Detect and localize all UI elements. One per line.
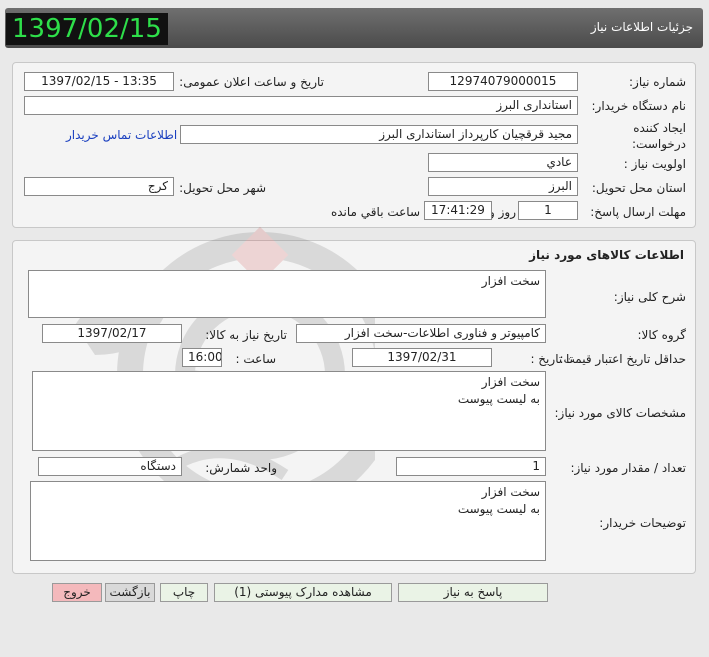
- priority-field[interactable]: عادي: [428, 153, 578, 172]
- announce-label: تاریخ و ساعت اعلان عمومی:: [179, 75, 324, 89]
- buyer-notes-field[interactable]: سخت افزار به لیست پیوست: [30, 481, 546, 561]
- buyer-notes-label: توضیحات خریدار:: [599, 516, 686, 530]
- deadline-days-field[interactable]: 1: [518, 201, 578, 220]
- summary-label: شرح کلی نیاز:: [613, 290, 686, 304]
- reply-button[interactable]: پاسخ به نیاز: [398, 583, 548, 602]
- specs-field[interactable]: سخت افزار به لیست پیوست: [32, 371, 546, 451]
- time-field[interactable]: 16:00: [182, 348, 222, 367]
- header-date: 1397/02/15: [6, 13, 168, 45]
- creator-label-2: درخواست:: [632, 137, 686, 151]
- exit-button[interactable]: خروج: [52, 583, 102, 602]
- unit-field[interactable]: دستگاه: [38, 457, 182, 476]
- announce-field[interactable]: 1397/02/15 - 13:35: [24, 72, 174, 91]
- buyer-org-label: نام دستگاه خریدار:: [591, 99, 687, 113]
- need-number-field[interactable]: 12974079000015: [428, 72, 578, 91]
- province-label: استان محل تحویل:: [591, 181, 686, 195]
- creator-label-1: ایجاد کننده: [633, 121, 686, 135]
- until-date-field[interactable]: 1397/02/31: [352, 348, 492, 367]
- need-date-field[interactable]: 1397/02/17: [42, 324, 182, 343]
- qty-label: تعداد / مقدار مورد نیاز:: [570, 461, 686, 475]
- day-and-text: روز و: [489, 205, 516, 219]
- print-button[interactable]: چاپ: [160, 583, 208, 602]
- need-number-label: شماره نیاز:: [629, 75, 686, 89]
- page-title: جزئیات اطلاعات نیاز: [590, 20, 693, 34]
- unit-label: واحد شمارش:: [205, 461, 277, 475]
- time-label: ساعت :: [235, 352, 276, 366]
- specs-label: مشخصات کالای مورد نیاز:: [554, 406, 686, 420]
- buyer-org-field[interactable]: استانداری البرز: [24, 96, 578, 115]
- back-button[interactable]: بازگشت: [105, 583, 155, 602]
- city-field[interactable]: کرج: [24, 177, 174, 196]
- priority-label: اولویت نیاز :: [623, 157, 686, 171]
- qty-field[interactable]: 1: [396, 457, 546, 476]
- deadline-time-field[interactable]: 17:41:29: [424, 201, 492, 220]
- group-label: گروه کالا:: [637, 328, 687, 342]
- contact-buyer-link[interactable]: اطلاعات تماس خریدار: [66, 128, 177, 142]
- province-field[interactable]: البرز: [428, 177, 578, 196]
- price-validity-label: حداقل تاریخ اعتبار قیمت:: [559, 352, 686, 366]
- until-date-label: تا تاریخ :: [530, 352, 573, 366]
- summary-field[interactable]: سخت افزار: [28, 270, 546, 318]
- group-field[interactable]: کامپیوتر و فناوری اطلاعات-سخت افزار: [296, 324, 546, 343]
- creator-field[interactable]: مجید قرقچیان کارپرداز استانداری البرز: [180, 125, 578, 144]
- section-title: اطلاعات کالاهای مورد نیاز: [529, 248, 684, 262]
- view-attachments-button[interactable]: مشاهده مدارک پیوستی (1): [214, 583, 392, 602]
- deadline-label: مهلت ارسال پاسخ:: [590, 205, 686, 219]
- city-label: شهر محل تحویل:: [179, 181, 266, 195]
- need-date-label: تاریخ نیاز به کالا:: [205, 328, 287, 342]
